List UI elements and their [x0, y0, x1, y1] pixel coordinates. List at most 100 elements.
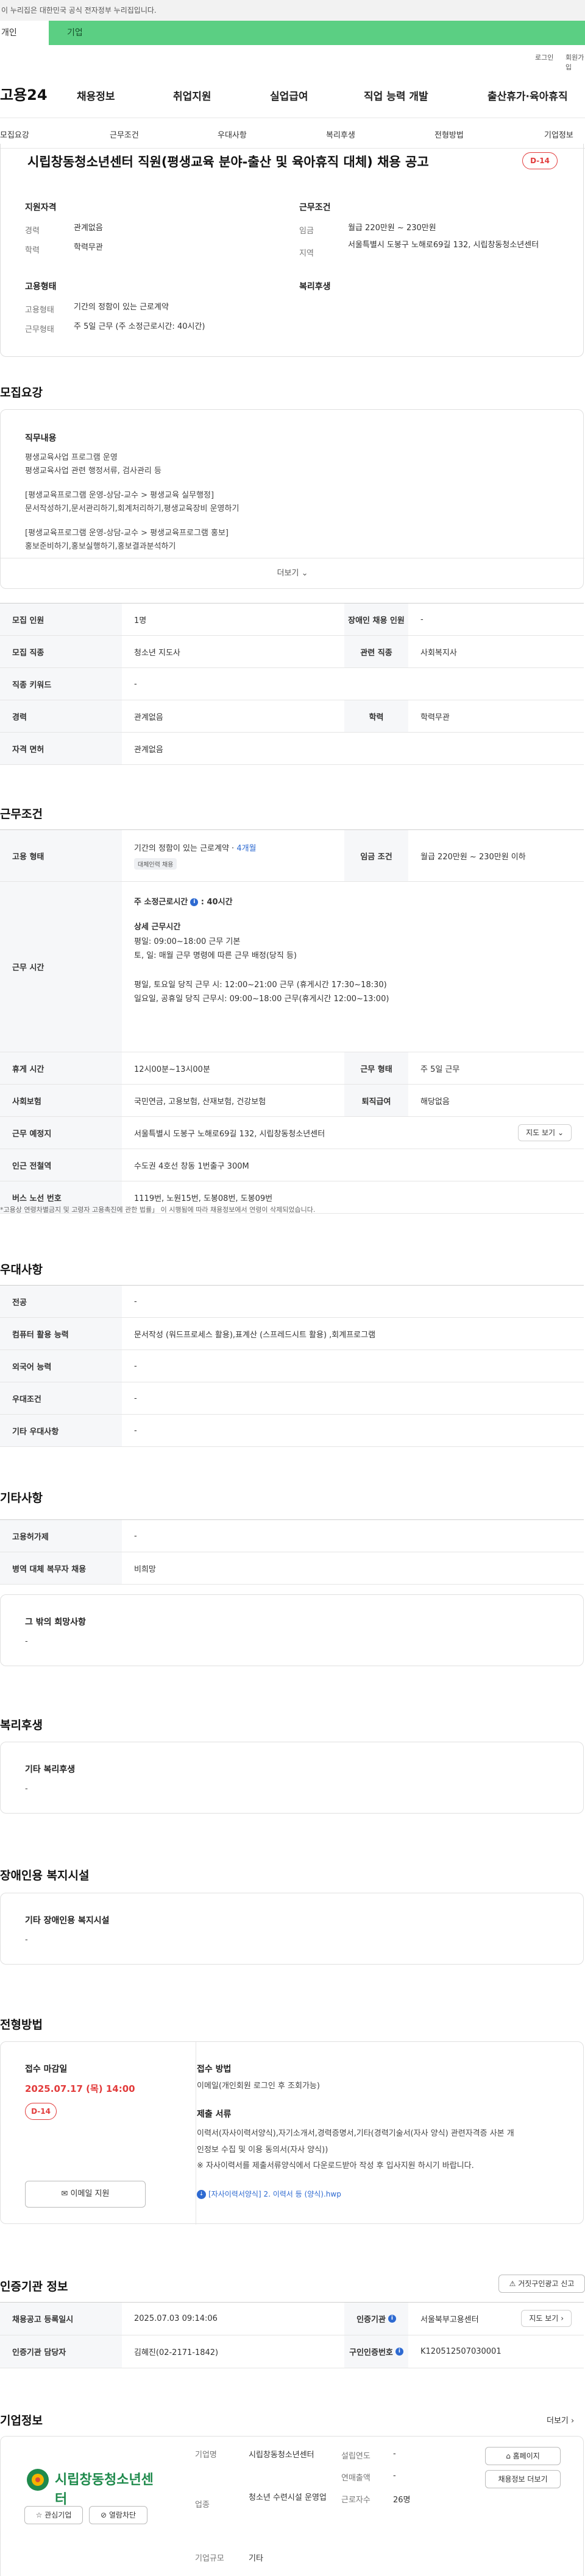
table-header: 근무 형태	[344, 1052, 408, 1084]
disability-section-title: 장애인용 복지시설	[0, 1869, 90, 1882]
anchor-conditions[interactable]: 근무조건	[110, 128, 139, 140]
table-cell: K120512507030001	[420, 2347, 502, 2356]
table-row: 외국어 능력 -	[0, 1350, 584, 1382]
anchor-company[interactable]: 기업정보	[544, 128, 573, 140]
anchor-preference[interactable]: 우대사항	[218, 128, 247, 140]
table-header: 모집 인원	[0, 604, 122, 635]
table-header: 구인인증번호 i	[344, 2335, 408, 2368]
homepage-label: 홈페이지	[512, 2452, 540, 2460]
company-section-title: 기업정보	[0, 2414, 43, 2427]
job-summary-card: 시립창동청소년센터 직원(평생교육 분야-출산 및 육아휴직 대체) 채용 공고…	[0, 144, 584, 357]
table-row: 인증기관 담당자 김혜진(02-2171-1842) 구인인증번호 i K1205…	[0, 2335, 584, 2368]
email-apply-label: 이메일 지원	[70, 2189, 110, 2198]
gnb-unemployment-benefit[interactable]: 실업급여	[270, 88, 308, 103]
duty-more-button[interactable]: 더보기 ⌄	[1, 558, 584, 588]
duty-line: [평생교육프로그램 운영-상담-교수 > 평생교육프로그램 홍보]	[25, 529, 229, 538]
company-name-label: 기업명	[195, 2451, 217, 2460]
region-label: 지역	[299, 249, 314, 258]
welfare-value: -	[25, 1784, 28, 1793]
duty-list: 평생교육사업 프로그램 운영 평생교육사업 관련 행정서류, 검사관리 등 [평…	[25, 451, 239, 554]
table-cell: 서울북부고용센터	[420, 2315, 479, 2324]
table-row: 모집 인원 1명 장애인 채용 인원 -	[0, 604, 584, 636]
company-logo: 시립창동청소년센터	[24, 2462, 155, 2507]
gnb-skill-development[interactable]: 직업 능력 개발	[364, 88, 428, 103]
gnb-parental-leave[interactable]: 출산휴가·육아휴직	[488, 88, 568, 103]
sales-label: 연매출액	[341, 2474, 370, 2483]
deadline-heading: 접수 마감일	[25, 2064, 68, 2074]
conditions-section-title: 근무조건	[0, 808, 43, 821]
report-label: 거짓구인광고 신고	[518, 2279, 575, 2288]
tab-personal[interactable]: 개인	[0, 21, 49, 45]
duty-line: 평생교육사업 관련 행정서류, 검사관리 등	[25, 466, 161, 476]
duty-box: 직무내용 평생교육사업 프로그램 운영 평생교육사업 관련 행정서류, 검사관리…	[0, 409, 584, 589]
table-cell: 주 5일 근무	[420, 1065, 460, 1074]
employment-cell: 기간의 정함이 있는 근로계약 · 4개월 대체인력 채용	[122, 830, 344, 881]
info-icon[interactable]: i	[190, 898, 199, 906]
site-logo[interactable]: 고용24	[0, 83, 48, 104]
global-nav: 고용24 채용정보 취업지원 실업급여 직업 능력 개발 출산휴가·육아휴직	[0, 69, 585, 118]
recruit-section-title: 모집요강	[0, 386, 43, 399]
agency-section-title: 인증기관 정보	[0, 2280, 68, 2293]
anchor-process[interactable]: 전형방법	[434, 128, 464, 140]
company-industry-label: 업종	[195, 2500, 210, 2510]
employment-period: 4개월	[236, 844, 257, 853]
dday-badge: D-14	[522, 152, 558, 169]
table-row: 고용 형태 기간의 정함이 있는 근로계약 · 4개월 대체인력 채용 임금 조…	[0, 830, 584, 882]
table-cell: 서울특별시 도봉구 노해로69길 132, 시립창동청소년센터	[134, 1129, 325, 1139]
company-more-link[interactable]: 더보기 ›	[547, 2414, 574, 2426]
info-icon[interactable]: i	[395, 2348, 403, 2356]
table-row: 컴퓨터 활용 능력 문서작성 (워드프로세스 활용),표계산 (스프레드시트 활…	[0, 1318, 584, 1350]
table-header: 인증기관 i	[344, 2303, 408, 2335]
table-header: 인근 전철역	[0, 1149, 122, 1181]
agency-table: 채용공고 등록일시 2025.07.03 09:14:06 인증기관 i 서울북부…	[0, 2302, 584, 2368]
anchor-recruit[interactable]: 모집요강	[0, 128, 29, 140]
table-cell: 월급 220만원 ~ 230만원 이하	[420, 852, 526, 862]
table-cell: 관계없음	[134, 745, 163, 755]
table-header: 우대조건	[0, 1382, 122, 1414]
other-wishes-value: -	[25, 1637, 28, 1646]
email-apply-button[interactable]: ✉ 이메일 지원	[25, 2181, 146, 2208]
company-logo-text: 시립창동청소년센터	[55, 2472, 154, 2507]
table-row: 전공 -	[0, 1286, 584, 1318]
table-cell: 수도권 4호선 창동 1번출구 300M	[134, 1161, 249, 1171]
table-cell: 관계없음	[134, 713, 163, 722]
staff-value: 26명	[393, 2496, 411, 2505]
tab-company[interactable]: 기업	[49, 21, 585, 45]
table-row: 우대조건 -	[0, 1382, 584, 1415]
gnb-jobs[interactable]: 채용정보	[77, 88, 115, 103]
table-header: 경력	[0, 700, 122, 732]
info-icon[interactable]: i	[388, 2315, 396, 2323]
attachment-link[interactable]: ↓ [자사이력서양식] 2. 이력서 등 (양식).hwp	[197, 2188, 341, 2200]
table-header: 학력	[344, 700, 408, 732]
table-header: 전공	[0, 1286, 122, 1317]
career-label: 경력	[25, 227, 40, 236]
work-place-map-button[interactable]: 지도 보기 ⌄	[518, 1124, 572, 1141]
report-fake-ad-button[interactable]: ⚠ 거짓구인광고 신고	[498, 2275, 585, 2293]
block-company-button[interactable]: ⊘ 열람차단	[89, 2506, 147, 2524]
table-header: 근무 시간	[0, 882, 122, 1052]
homepage-button[interactable]: ⌂ 홈페이지	[485, 2447, 561, 2465]
table-row: 병역 대체 복무자 채용 비희망	[0, 1552, 584, 1585]
weekly-hours-value: 40시간	[207, 898, 233, 907]
etc-section-title: 기타사항	[0, 1491, 43, 1505]
gnb-employment-support[interactable]: 취업지원	[173, 88, 211, 103]
login-link[interactable]: 로그인	[535, 52, 553, 62]
conditions-table: 고용 형태 기간의 정함이 있는 근로계약 · 4개월 대체인력 채용 임금 조…	[0, 829, 584, 1214]
hours-line: 평일, 토요일 당직 근무 시: 12:00~21:00 근무 (휴게시간 17…	[134, 980, 387, 990]
duty-heading: 직무내용	[25, 434, 57, 443]
table-header: 휴게 시간	[0, 1052, 122, 1084]
anchor-welfare[interactable]: 복리후생	[326, 128, 355, 140]
table-cell: -	[134, 1393, 137, 1403]
duty-line: 홍보준비하기,홍보실행하기,홍보결과분석하기	[25, 542, 176, 552]
table-cell: 국민연금, 고용보험, 산재보험, 건강보험	[134, 1097, 266, 1107]
company-jobs-button[interactable]: 채용정보 더보기	[485, 2470, 561, 2488]
agency-map-button[interactable]: 지도 보기 ›	[521, 2310, 572, 2327]
like-company-button[interactable]: ☆ 관심기업	[24, 2506, 83, 2524]
wage-label: 임금	[299, 227, 314, 236]
table-header: 컴퓨터 활용 능력	[0, 1318, 122, 1350]
process-section-title: 전형방법	[0, 2018, 43, 2032]
duty-line: 문서작성하기,문서관리하기,회계처리하기,평생교육장비 운영하기	[25, 504, 239, 514]
weekly-hours: 주 소정근로시간 i : 40시간	[134, 898, 233, 907]
docs-heading: 제출 서류	[197, 2110, 232, 2119]
like-label: 관심기업	[44, 2511, 72, 2519]
